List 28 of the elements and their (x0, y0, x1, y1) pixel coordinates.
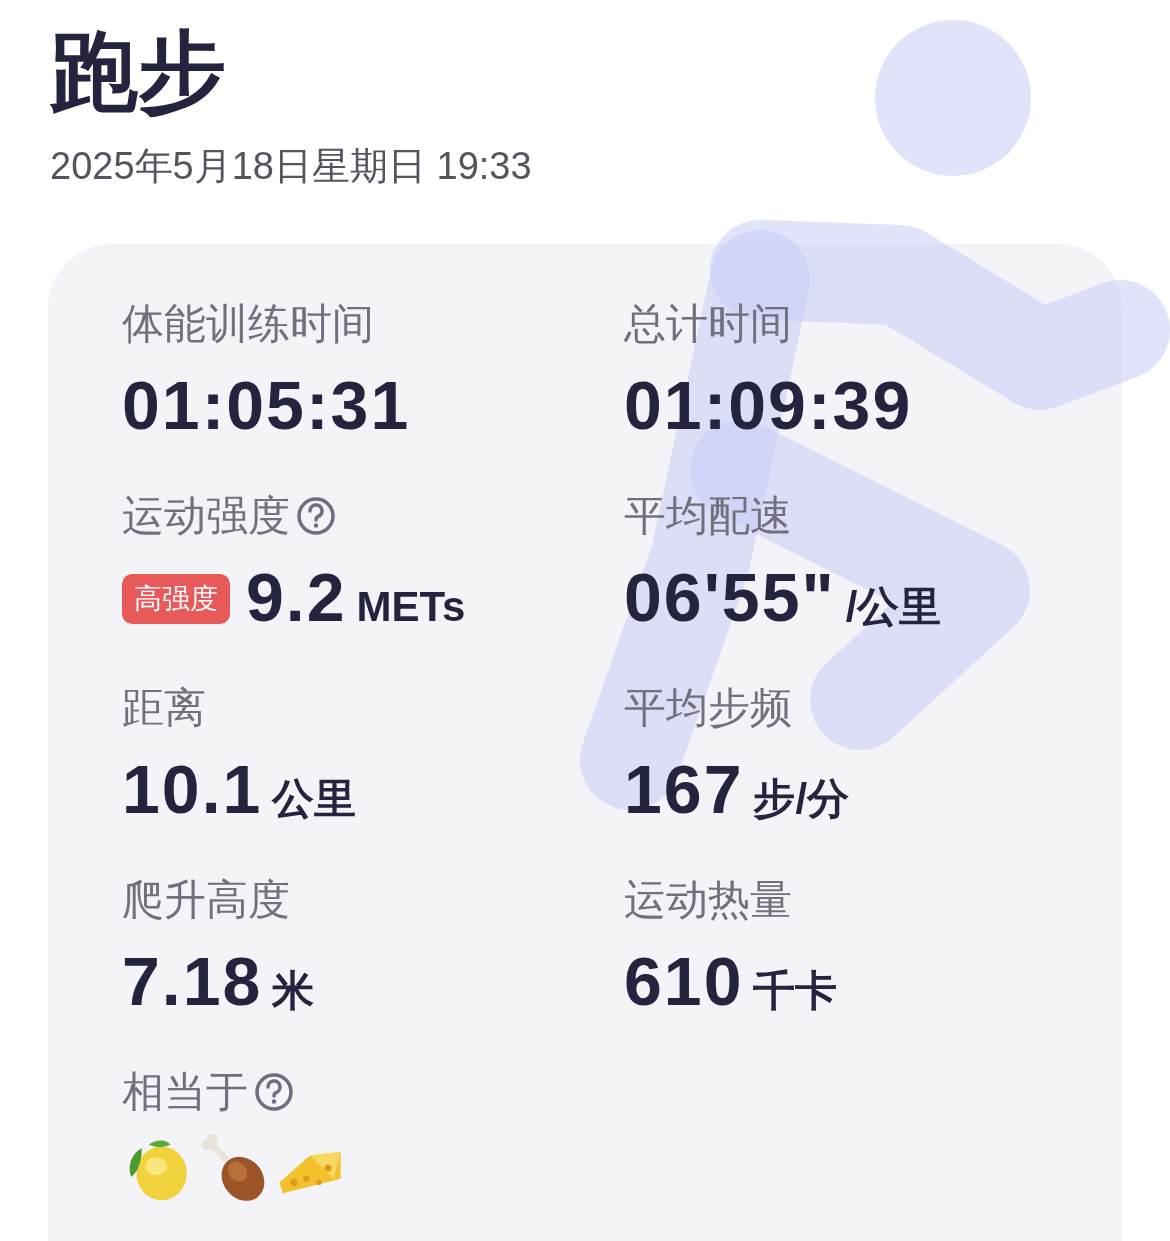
metric-value: 167 (624, 749, 744, 828)
metric-label: 相当于 (122, 1066, 248, 1117)
metric-label: 运动强度 (122, 490, 290, 541)
metric-value: 01:09:39 (624, 365, 913, 444)
workout-datetime: 2025年5月18日星期日 19:33 (50, 143, 533, 189)
metric-unit: 米 (272, 965, 315, 1016)
metric-value: 610 (624, 941, 744, 1020)
intensity-badge: 高强度 (122, 573, 230, 624)
metric-unit: /公里 (845, 581, 942, 632)
metric-label: 平均步频 (624, 682, 792, 733)
metric-value: 01:05:31 (122, 365, 411, 444)
metric-value: 7.18 (122, 941, 263, 1020)
help-icon[interactable] (296, 495, 336, 536)
metric-label: 体能训练时间 (122, 298, 374, 349)
metric-label: 平均配速 (624, 490, 792, 541)
metric-value: 06'55" (624, 557, 836, 636)
metric-label: 总计时间 (624, 298, 792, 349)
metric-unit: 步/分 (753, 773, 850, 824)
metric-value: 9.2 (246, 557, 347, 636)
metric-value: 10.1 (122, 749, 263, 828)
help-icon[interactable] (254, 1071, 294, 1112)
page-title: 跑步 (50, 24, 227, 121)
metric-unit: 千卡 (753, 965, 838, 1016)
metric-unit: 公里 (272, 773, 357, 824)
metric-label: 爬升高度 (122, 874, 290, 925)
metric-unit: METs (356, 582, 466, 631)
metric-label: 距离 (122, 682, 206, 733)
metric-label: 运动热量 (624, 874, 792, 925)
